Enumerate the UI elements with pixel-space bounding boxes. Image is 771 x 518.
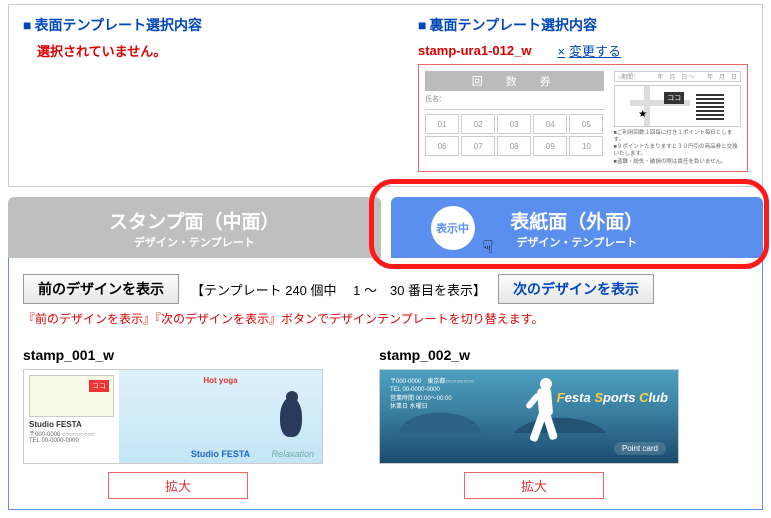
back-selected-name: stamp-ura1-012_w (418, 43, 531, 58)
preview-header: 回 数 券 (425, 71, 604, 91)
template-list-panel: 前のデザインを表示 【テンプレート 240 個中 1 ～ 30 番目を表示】 次… (8, 258, 763, 510)
preview-map: ココ ★ (614, 85, 742, 127)
template-thumbnail[interactable]: 〒000-0000 東京都○○○○○○○○ TEL 00-0000-0000 営… (379, 369, 679, 464)
tab-bar: スタンプ面（中面） デザイン・テンプレート 表示中 表紙面（外面） デザイン・テ… (8, 197, 763, 258)
stamp-grid: 01 02 03 04 05 06 07 08 09 10 (425, 114, 604, 156)
template-name: stamp_001_w (23, 347, 333, 363)
tab-cover-side[interactable]: 表示中 表紙面（外面） デザイン・テンプレート ☟ (391, 197, 764, 258)
cursor-icon: ☟ (483, 237, 494, 258)
tab-stamp-side[interactable]: スタンプ面（中面） デザイン・テンプレート (8, 197, 381, 258)
star-icon: ★ (638, 109, 647, 120)
zoom-button[interactable]: 拡大 (464, 472, 604, 499)
count-text: 【テンプレート 240 個中 1 ～ 30 番目を表示】 (191, 280, 486, 299)
template-name: stamp_002_w (379, 347, 689, 363)
template-thumbnail[interactable]: ココ Studio FESTA 〒000-0000 ○○○○○○○○○ TEL … (23, 369, 323, 464)
front-template-column: ■表面テンプレート選択内容 選択されていません。 (23, 15, 298, 172)
brand-text: Festa Sports Club (557, 390, 668, 405)
template-card: stamp_002_w 〒000-0000 東京都○○○○○○○○ TEL 00… (379, 347, 689, 499)
selection-panel: ■表面テンプレート選択内容 選択されていません。 ■裏面テンプレート選択内容 s… (8, 4, 763, 187)
back-template-column: ■裏面テンプレート選択内容 stamp-ura1-012_w ×変更する 回 数… (418, 15, 748, 172)
template-card: stamp_001_w ココ Studio FESTA 〒000-0000 ○○… (23, 347, 333, 499)
back-heading: ■裏面テンプレート選択内容 (418, 15, 748, 35)
nav-hint: 『前のデザインを表示』『次のデザインを表示』ボタンでデザインテンプレートを切り替… (23, 310, 748, 327)
front-not-selected: 選択されていません。 (37, 41, 298, 60)
back-template-preview: 回 数 券 氏名： 01 02 03 04 05 06 07 08 09 10 … (418, 64, 748, 172)
active-badge: 表示中 (431, 206, 475, 250)
change-link[interactable]: ×変更する (557, 41, 621, 60)
next-design-button[interactable]: 次のデザインを表示 (498, 274, 654, 304)
prev-design-button[interactable]: 前のデザインを表示 (23, 274, 179, 304)
qr-icon (696, 92, 724, 120)
front-heading: ■表面テンプレート選択内容 (23, 15, 298, 35)
yoga-silhouette-icon (264, 391, 316, 457)
zoom-button[interactable]: 拡大 (108, 472, 248, 499)
